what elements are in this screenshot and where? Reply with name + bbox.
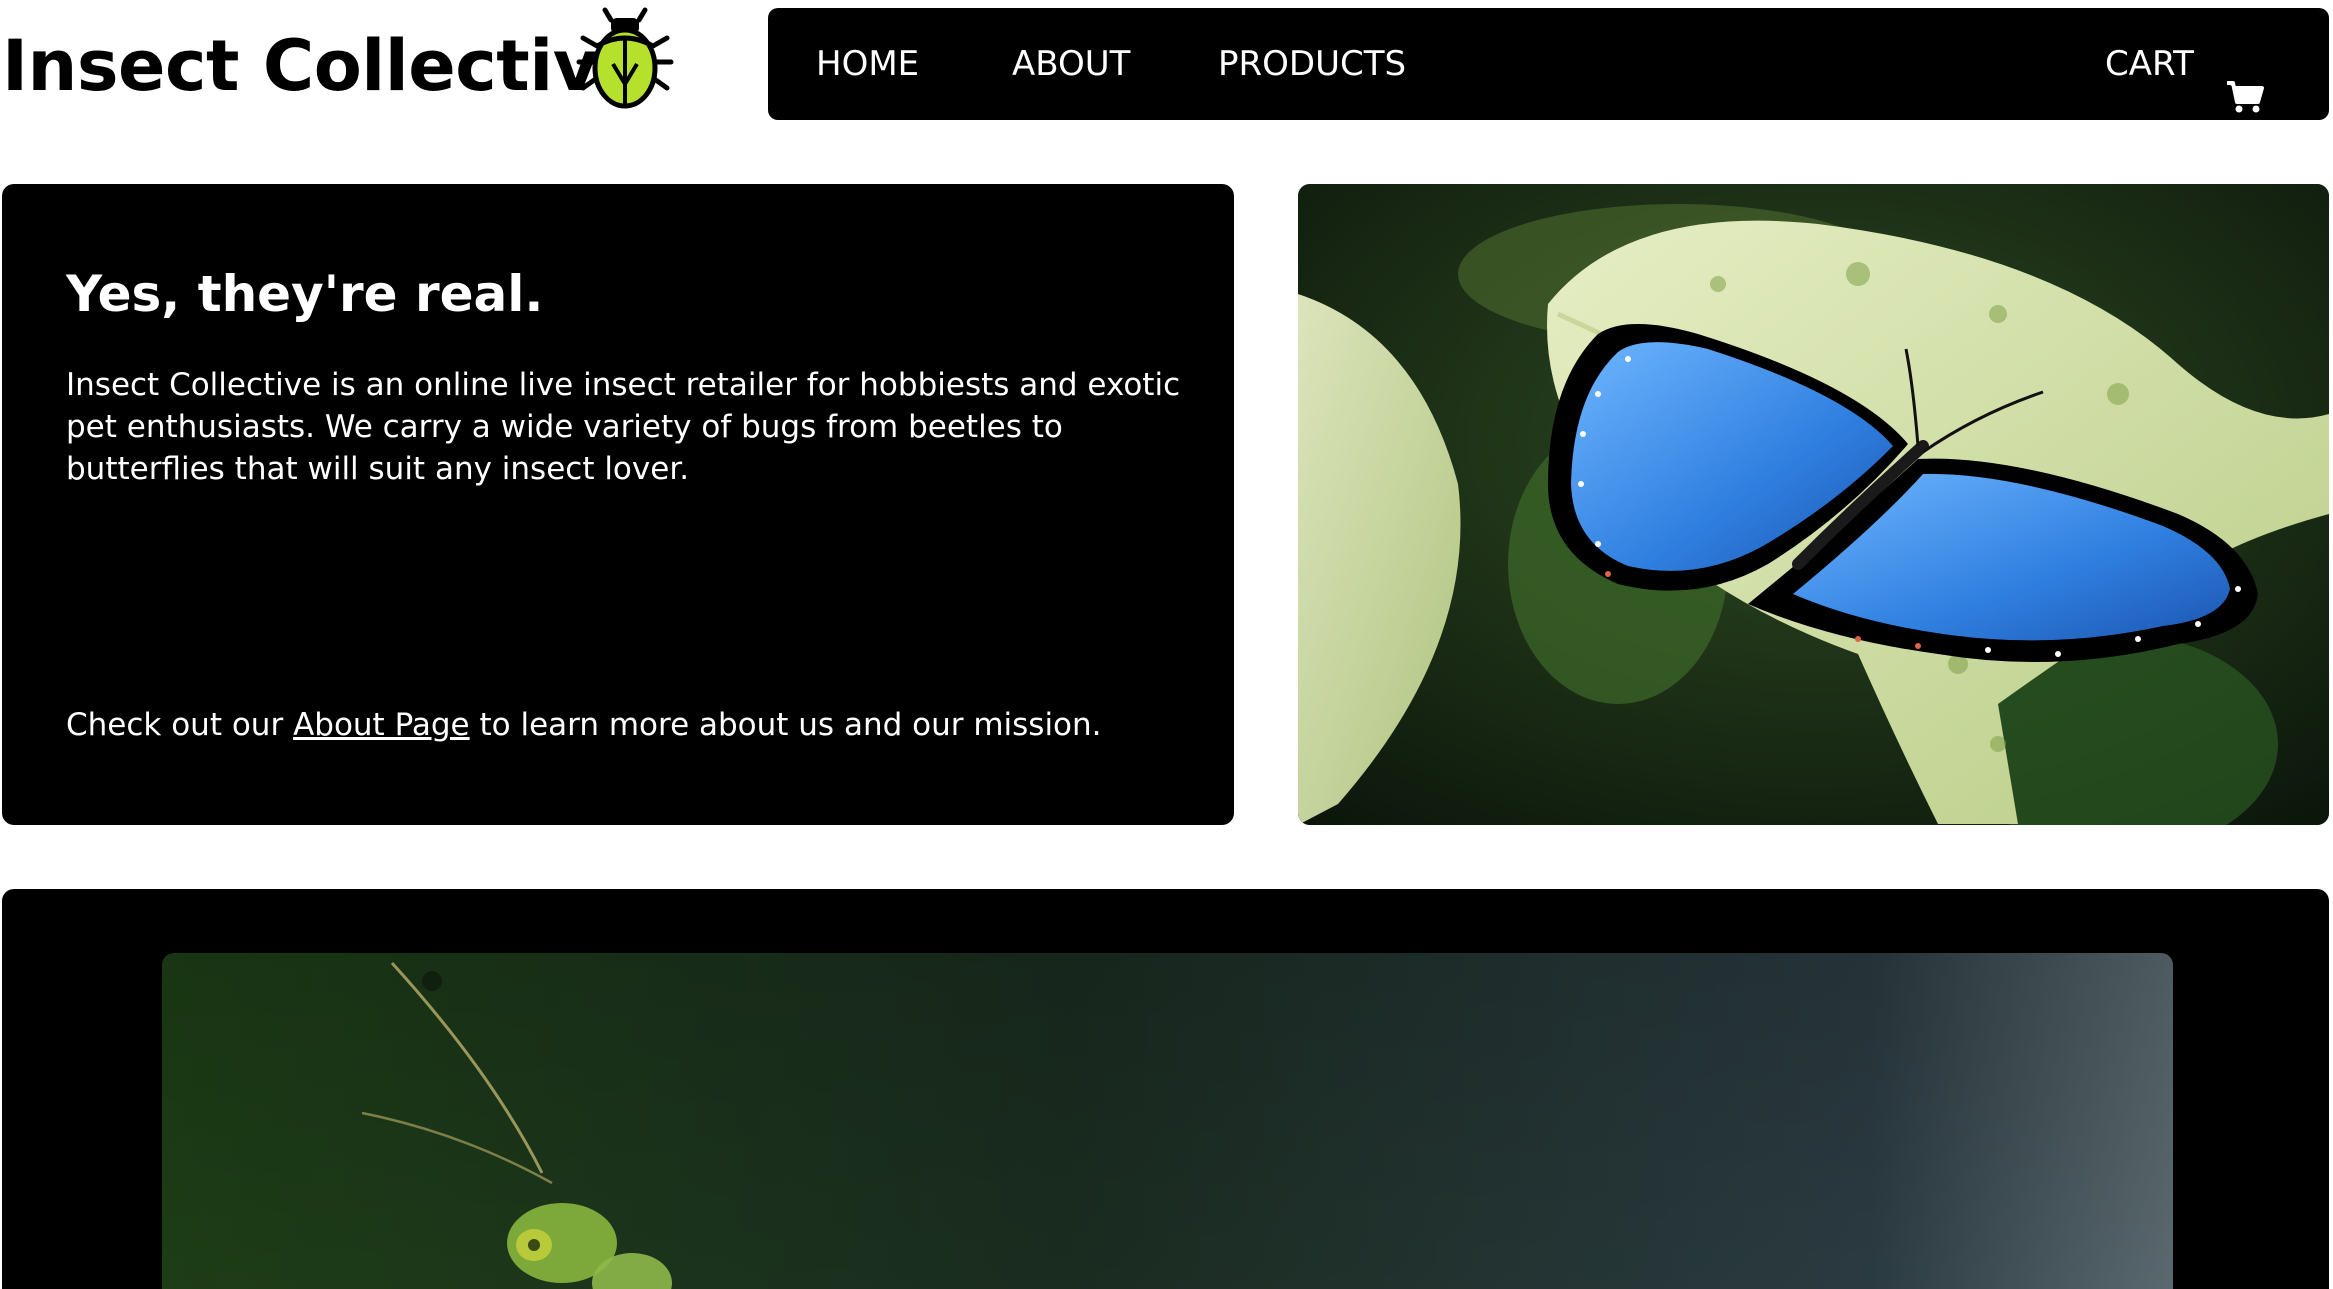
nav-cart-link[interactable]: CART [2105,8,2264,120]
featured-insect-section [2,889,2329,1289]
nav-home-link[interactable]: HOME [816,8,919,120]
about-page-link[interactable]: About Page [293,707,470,743]
hero-title: Yes, they're real. [66,265,544,323]
hero-intro-card: Yes, they're real. Insect Collective is … [2,184,1234,825]
green-insect-photo [162,953,2173,1289]
cta-text-before: Check out our [66,707,294,743]
hero-cta-text: Check out our About Page to learn more a… [66,704,1196,746]
main-navigation: HOME ABOUT PRODUCTS CART [768,8,2329,120]
cart-label: CART [2105,44,2194,84]
brand-name[interactable]: Insect Collective [2,22,645,110]
butterfly-photo [1298,184,2329,825]
shopping-cart-icon [2226,47,2264,113]
cta-text-after: to learn more about us and our mission. [469,707,1102,743]
beetle-logo-icon[interactable] [575,6,675,112]
nav-products-link[interactable]: PRODUCTS [1218,8,1406,120]
site-header: Insect Collective HOME ABOUT PRODUCTS CA… [0,0,2333,125]
hero-description: Insect Collective is an online live inse… [66,367,1181,487]
nav-about-link[interactable]: ABOUT [1012,8,1130,120]
